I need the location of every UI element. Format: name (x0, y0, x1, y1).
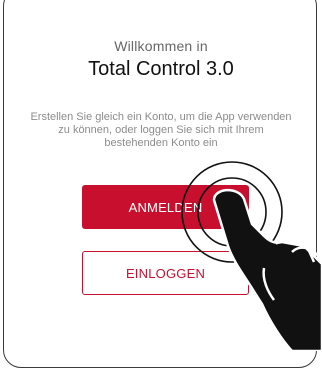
login-button[interactable]: EINLOGGEN (82, 251, 249, 295)
phone-frame (3, 0, 317, 368)
login-button-label: EINLOGGEN (125, 265, 206, 281)
welcome-subtitle: Willkommen in (114, 38, 208, 54)
welcome-description: Erstellen Sie gleich ein Konto, um die A… (30, 111, 292, 149)
app-title: Total Control 3.0 (88, 58, 234, 80)
register-button-label: ANMELDEN (128, 199, 203, 215)
register-button[interactable]: ANMELDEN (82, 185, 249, 229)
